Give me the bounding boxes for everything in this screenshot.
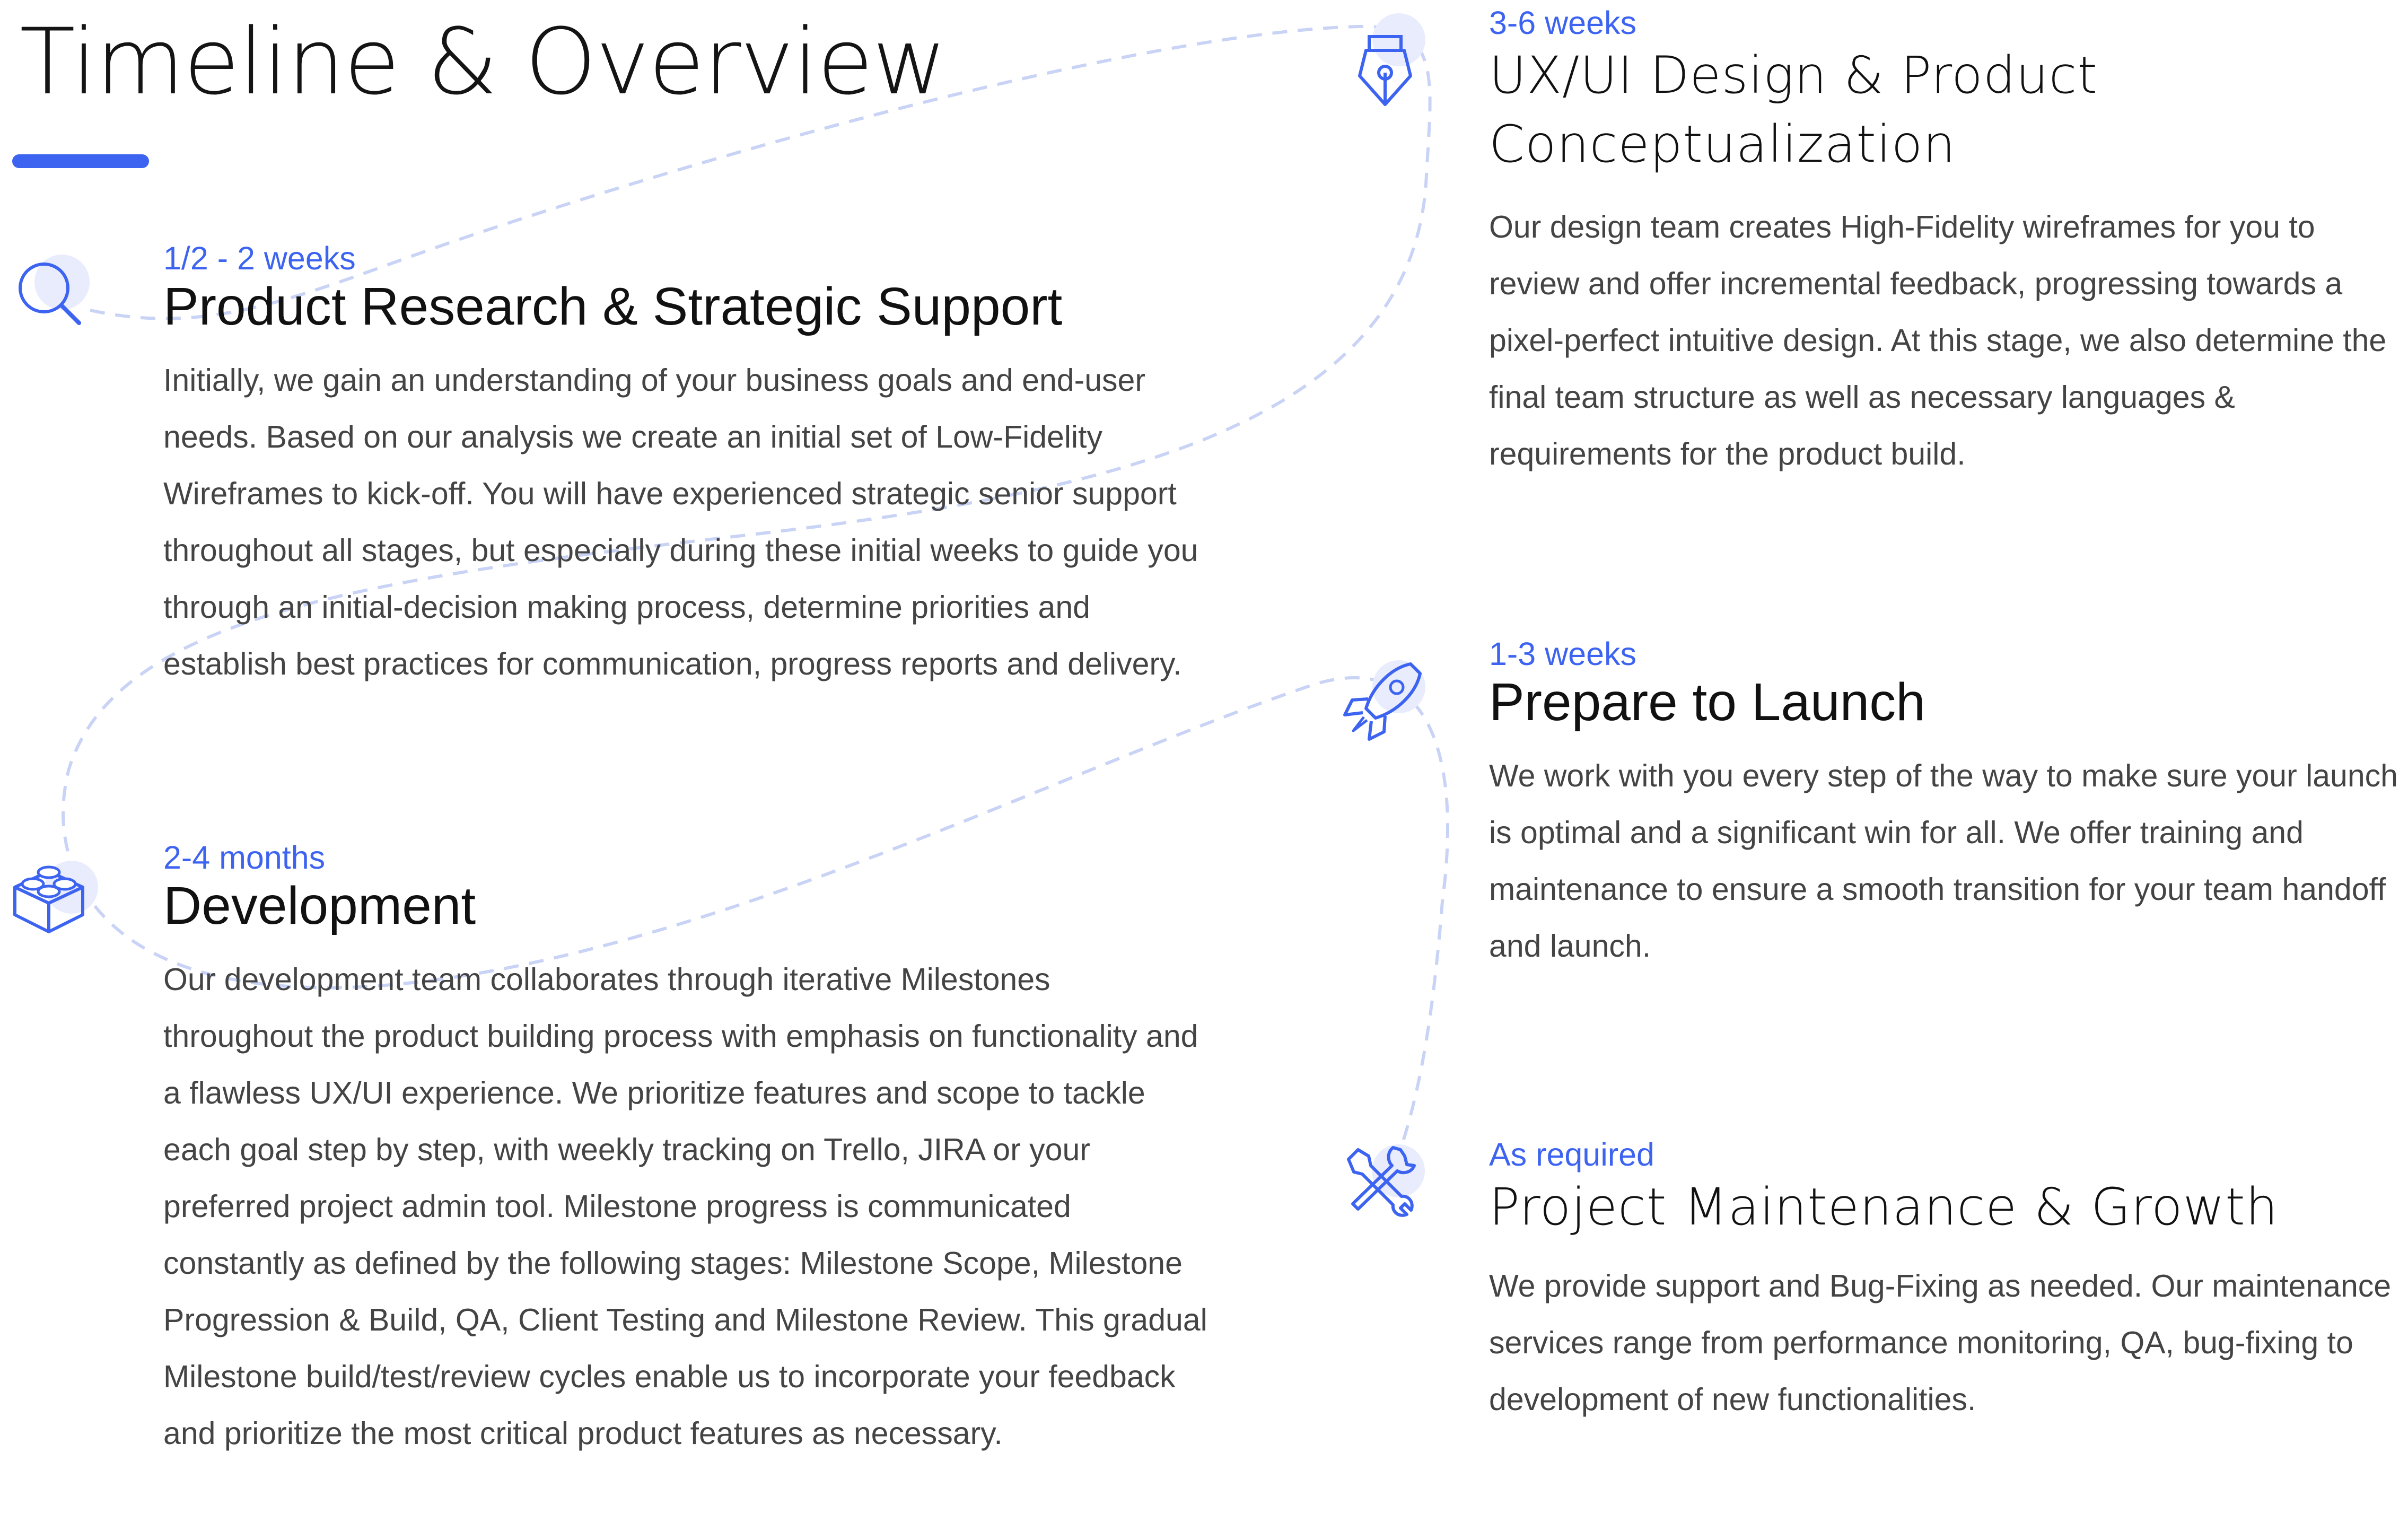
step-duration: 2-4 months <box>163 839 326 876</box>
step-title: Prepare to Launch <box>1489 672 1925 732</box>
step-description: Our development team collaborates throug… <box>163 962 1207 1451</box>
step-title: Product Research & Strategic Support <box>163 277 1063 337</box>
step-title: Development <box>163 876 476 936</box>
step-duration: 1/2 - 2 weeks <box>163 240 356 276</box>
step-description: Our design team creates High-Fidelity wi… <box>1489 209 2387 472</box>
timeline-step-research: 1/2 - 2 weeks Product Research & Strateg… <box>163 240 1208 693</box>
step-title: Project Maintenance & Growth <box>1489 1177 2279 1237</box>
step-description: We provide support and Bug-Fixing as nee… <box>1489 1268 2392 1417</box>
timeline-step-design: 3-6 weeks UX/UI Design & Product Concept… <box>1489 4 2401 483</box>
pen-nib-icon <box>1351 13 1431 106</box>
step-description: We work with you every step of the way t… <box>1489 758 2398 964</box>
wrench-screwdriver-icon <box>1339 1140 1425 1220</box>
title-underline <box>12 154 149 168</box>
timeline-section: Timeline & Overview 1/2 - 2 weeks Produc… <box>0 0 2408 1540</box>
magnifier-icon <box>13 252 93 331</box>
step-duration: 3-6 weeks <box>1489 5 1637 41</box>
rocket-icon <box>1343 658 1425 741</box>
step-description: Initially, we gain an understanding of y… <box>163 363 1198 682</box>
step-title: UX/UI Design & Product Conceptualization <box>1489 46 2098 174</box>
building-block-icon <box>11 856 98 936</box>
step-duration: As required <box>1489 1136 1654 1172</box>
timeline-step-launch: 1-3 weeks Prepare to Launch We work with… <box>1489 635 2401 975</box>
step-duration: 1-3 weeks <box>1489 636 1637 672</box>
timeline-step-development: 2-4 months Development Our development t… <box>163 839 1208 1462</box>
page-title: Timeline & Overview <box>20 8 947 115</box>
timeline-step-maintenance: As required Project Maintenance & Growth… <box>1489 1136 2401 1428</box>
